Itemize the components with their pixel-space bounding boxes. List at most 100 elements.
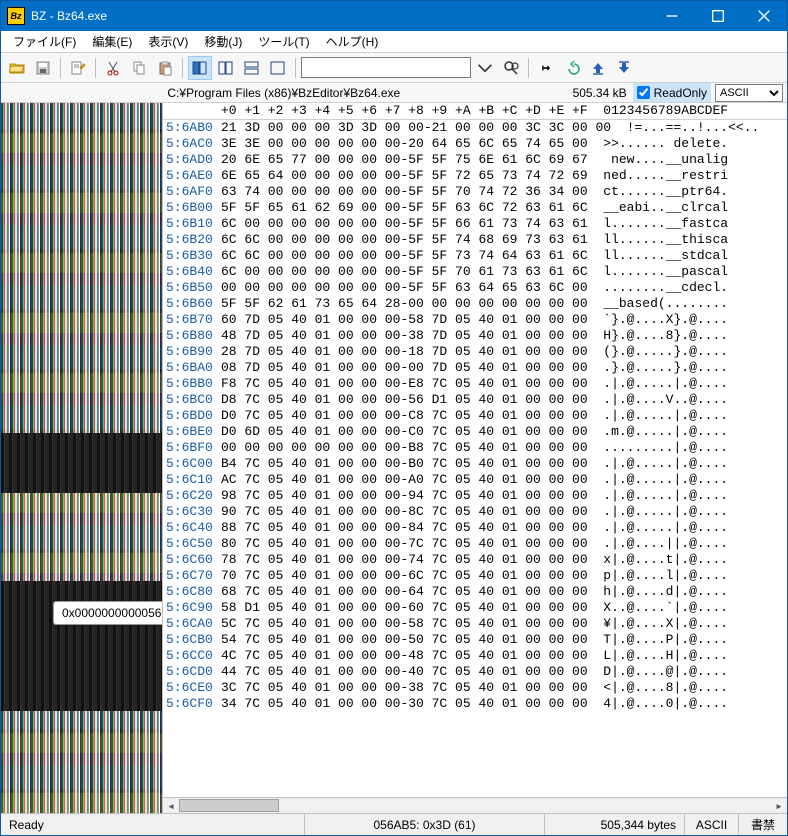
- hex-row[interactable]: 5:6B90 28 7D 05 40 01 00 00 00-18 7D 05 …: [166, 344, 787, 360]
- hex-row[interactable]: 5:6CF0 34 7C 05 40 01 00 00 00-30 7C 05 …: [166, 696, 787, 712]
- menu-edit[interactable]: 編集(E): [84, 31, 140, 52]
- hex-row[interactable]: 5:6BC0 D8 7C 05 40 01 00 00 00-56 D1 05 …: [166, 392, 787, 408]
- undo-jump-button[interactable]: [560, 56, 584, 80]
- readonly-checkbox-input[interactable]: [637, 86, 650, 99]
- search-dropdown-button[interactable]: [473, 56, 497, 80]
- hex-ascii[interactable]: l.......__fastca: [603, 216, 728, 232]
- hex-ascii[interactable]: .|.@.....|.@....: [603, 488, 728, 504]
- hex-bytes[interactable]: 90 7C 05 40 01 00 00 00-8C 7C 05 40 01 0…: [221, 504, 603, 520]
- hex-bytes[interactable]: 4C 7C 05 40 01 00 00 00-48 7C 05 40 01 0…: [221, 648, 603, 664]
- hex-bytes[interactable]: 21 3D 00 00 00 3D 3D 00 00-21 00 00 00 3…: [221, 120, 627, 136]
- hex-ascii[interactable]: x|.@....t|.@....: [603, 552, 728, 568]
- hex-bytes[interactable]: 34 7C 05 40 01 00 00 00-30 7C 05 40 01 0…: [221, 696, 603, 712]
- hex-row[interactable]: 5:6AD0 20 6E 65 77 00 00 00 00-5F 5F 75 …: [166, 152, 787, 168]
- view-bitmap-button[interactable]: [188, 56, 212, 80]
- hex-bytes[interactable]: F8 7C 05 40 01 00 00 00-E8 7C 05 40 01 0…: [221, 376, 603, 392]
- hex-view[interactable]: +0 +1 +2 +3 +4 +5 +6 +7 +8 +9 +A +B +C +…: [163, 103, 787, 813]
- hex-bytes[interactable]: 63 74 00 00 00 00 00 00-5F 5F 70 74 72 3…: [221, 184, 603, 200]
- cut-button[interactable]: [101, 56, 125, 80]
- hex-row[interactable]: 5:6B40 6C 00 00 00 00 00 00 00-5F 5F 70 …: [166, 264, 787, 280]
- hex-bytes[interactable]: 5F 5F 62 61 73 65 64 28-00 00 00 00 00 0…: [221, 296, 603, 312]
- hex-ascii[interactable]: l.......__pascal: [603, 264, 728, 280]
- hex-ascii[interactable]: .|.@....V..@....: [603, 392, 728, 408]
- hex-row[interactable]: 5:6C40 88 7C 05 40 01 00 00 00-84 7C 05 …: [166, 520, 787, 536]
- hex-ascii[interactable]: (}.@.....}.@....: [603, 344, 728, 360]
- hex-ascii[interactable]: L|.@....H|.@....: [603, 648, 728, 664]
- hex-row[interactable]: 5:6C60 78 7C 05 40 01 00 00 00-74 7C 05 …: [166, 552, 787, 568]
- hex-bytes[interactable]: 3C 7C 05 40 01 00 00 00-38 7C 05 40 01 0…: [221, 680, 603, 696]
- hex-bytes[interactable]: D0 7C 05 40 01 00 00 00-C8 7C 05 40 01 0…: [221, 408, 603, 424]
- hex-ascii[interactable]: !=...==..!...<<..: [627, 120, 760, 136]
- hex-rows[interactable]: 5:6AB0 21 3D 00 00 00 3D 3D 00 00-21 00 …: [163, 120, 787, 797]
- down-arrow-button[interactable]: [612, 56, 636, 80]
- close-button[interactable]: [741, 1, 787, 31]
- hex-ascii[interactable]: ll......__thisca: [603, 232, 728, 248]
- hex-ascii[interactable]: <|.@....8|.@....: [603, 680, 728, 696]
- hex-bytes[interactable]: 98 7C 05 40 01 00 00 00-94 7C 05 40 01 0…: [221, 488, 603, 504]
- hex-ascii[interactable]: .m.@.....|.@....: [603, 424, 728, 440]
- hex-row[interactable]: 5:6CB0 54 7C 05 40 01 00 00 00-50 7C 05 …: [166, 632, 787, 648]
- hex-ascii[interactable]: T|.@....P|.@....: [603, 632, 728, 648]
- hex-bytes[interactable]: 00 00 00 00 00 00 00 00-5F 5F 63 64 65 6…: [221, 280, 603, 296]
- hex-ascii[interactable]: h|.@....d|.@....: [603, 584, 728, 600]
- hex-row[interactable]: 5:6AC0 3E 3E 00 00 00 00 00 00-20 64 65 …: [166, 136, 787, 152]
- hex-ascii[interactable]: ........__cdecl.: [603, 280, 728, 296]
- copy-button[interactable]: [127, 56, 151, 80]
- hex-row[interactable]: 5:6BF0 00 00 00 00 00 00 00 00-B8 7C 05 …: [166, 440, 787, 456]
- hex-row[interactable]: 5:6CD0 44 7C 05 40 01 00 00 00-40 7C 05 …: [166, 664, 787, 680]
- hex-ascii[interactable]: `}.@....X}.@....: [603, 312, 728, 328]
- scroll-right-arrow[interactable]: ▸: [771, 798, 787, 813]
- hex-bytes[interactable]: 78 7C 05 40 01 00 00 00-74 7C 05 40 01 0…: [221, 552, 603, 568]
- hex-row[interactable]: 5:6B10 6C 00 00 00 00 00 00 00-5F 5F 66 …: [166, 216, 787, 232]
- hex-row[interactable]: 5:6BE0 D0 6D 05 40 01 00 00 00-C0 7C 05 …: [166, 424, 787, 440]
- hex-ascii[interactable]: H}.@....8}.@....: [603, 328, 728, 344]
- hex-ascii[interactable]: ¥|.@....X|.@....: [603, 616, 728, 632]
- hex-row[interactable]: 5:6C80 68 7C 05 40 01 00 00 00-64 7C 05 …: [166, 584, 787, 600]
- hex-row[interactable]: 5:6C30 90 7C 05 40 01 00 00 00-8C 7C 05 …: [166, 504, 787, 520]
- hex-ascii[interactable]: .|.@.....|.@....: [603, 376, 728, 392]
- readonly-checkbox[interactable]: ReadOnly: [633, 83, 711, 102]
- hex-bytes[interactable]: 5F 5F 65 61 62 69 00 00-5F 5F 63 6C 72 6…: [221, 200, 603, 216]
- view-single-button[interactable]: [266, 56, 290, 80]
- save-button[interactable]: [31, 56, 55, 80]
- hex-ascii[interactable]: .|.@.....|.@....: [603, 472, 728, 488]
- hex-bytes[interactable]: D0 6D 05 40 01 00 00 00-C0 7C 05 40 01 0…: [221, 424, 603, 440]
- hex-row[interactable]: 5:6B50 00 00 00 00 00 00 00 00-5F 5F 63 …: [166, 280, 787, 296]
- menu-jump[interactable]: 移動(J): [196, 31, 250, 52]
- hex-ascii[interactable]: .........|.@....: [603, 440, 728, 456]
- menu-help[interactable]: ヘルプ(H): [318, 31, 387, 52]
- hex-bytes[interactable]: D8 7C 05 40 01 00 00 00-56 D1 05 40 01 0…: [221, 392, 603, 408]
- hex-row[interactable]: 5:6CE0 3C 7C 05 40 01 00 00 00-38 7C 05 …: [166, 680, 787, 696]
- hex-bytes[interactable]: 20 6E 65 77 00 00 00 00-5F 5F 75 6E 61 6…: [221, 152, 603, 168]
- hex-bytes[interactable]: 3E 3E 00 00 00 00 00 00-20 64 65 6C 65 7…: [221, 136, 603, 152]
- maximize-button[interactable]: [695, 1, 741, 31]
- hex-bytes[interactable]: 28 7D 05 40 01 00 00 00-18 7D 05 40 01 0…: [221, 344, 603, 360]
- hex-row[interactable]: 5:6C20 98 7C 05 40 01 00 00 00-94 7C 05 …: [166, 488, 787, 504]
- hex-bytes[interactable]: 80 7C 05 40 01 00 00 00-7C 7C 05 40 01 0…: [221, 536, 603, 552]
- menu-tools[interactable]: ツール(T): [250, 31, 317, 52]
- hex-bytes[interactable]: 6C 6C 00 00 00 00 00 00-5F 5F 73 74 64 6…: [221, 248, 603, 264]
- hex-bytes[interactable]: B4 7C 05 40 01 00 00 00-B0 7C 05 40 01 0…: [221, 456, 603, 472]
- hex-bytes[interactable]: 6C 6C 00 00 00 00 00 00-5F 5F 74 68 69 7…: [221, 232, 603, 248]
- hex-row[interactable]: 5:6AE0 6E 65 64 00 00 00 00 00-5F 5F 72 …: [166, 168, 787, 184]
- hex-row[interactable]: 5:6B60 5F 5F 62 61 73 65 64 28-00 00 00 …: [166, 296, 787, 312]
- hex-ascii[interactable]: .|.@.....|.@....: [603, 456, 728, 472]
- view-split-h-button[interactable]: [240, 56, 264, 80]
- hex-row[interactable]: 5:6BA0 08 7D 05 40 01 00 00 00-00 7D 05 …: [166, 360, 787, 376]
- hex-bytes[interactable]: 00 00 00 00 00 00 00 00-B8 7C 05 40 01 0…: [221, 440, 603, 456]
- hex-row[interactable]: 5:6B00 5F 5F 65 61 62 69 00 00-5F 5F 63 …: [166, 200, 787, 216]
- horizontal-scrollbar[interactable]: ◂ ▸: [163, 797, 787, 813]
- paste-button[interactable]: [153, 56, 177, 80]
- hex-row[interactable]: 5:6B20 6C 6C 00 00 00 00 00 00-5F 5F 74 …: [166, 232, 787, 248]
- hex-row[interactable]: 5:6B30 6C 6C 00 00 00 00 00 00-5F 5F 73 …: [166, 248, 787, 264]
- hex-ascii[interactable]: ct......__ptr64.: [603, 184, 728, 200]
- menu-file[interactable]: ファイル(F): [5, 31, 84, 52]
- scroll-left-arrow[interactable]: ◂: [163, 798, 179, 813]
- hex-bytes[interactable]: 6E 65 64 00 00 00 00 00-5F 5F 72 65 73 7…: [221, 168, 603, 184]
- hex-bytes[interactable]: 54 7C 05 40 01 00 00 00-50 7C 05 40 01 0…: [221, 632, 603, 648]
- hex-ascii[interactable]: ll......__stdcal: [603, 248, 728, 264]
- open-button[interactable]: [5, 56, 29, 80]
- hex-ascii[interactable]: __based(........: [603, 296, 728, 312]
- search-input[interactable]: [301, 57, 471, 78]
- hex-bytes[interactable]: 48 7D 05 40 01 00 00 00-38 7D 05 40 01 0…: [221, 328, 603, 344]
